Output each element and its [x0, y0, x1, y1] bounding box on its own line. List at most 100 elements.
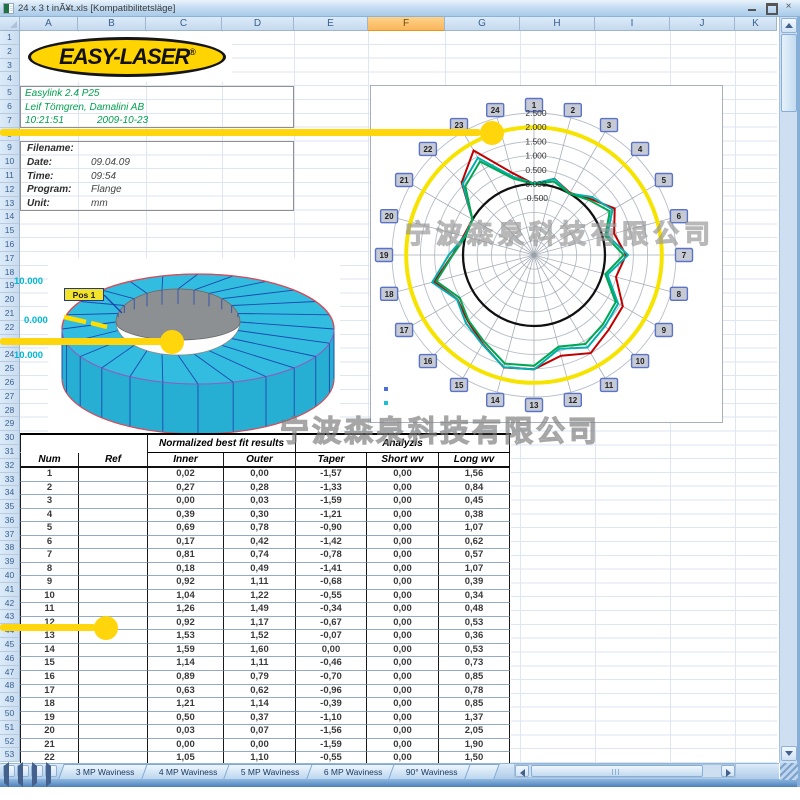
row-header-41[interactable]: 41: [0, 583, 20, 597]
table-cell[interactable]: 2,05: [438, 725, 510, 739]
table-cell[interactable]: -1,59: [295, 495, 366, 509]
table-cell[interactable]: [78, 509, 147, 523]
table-cell[interactable]: 10: [20, 590, 78, 604]
table-cell[interactable]: 0,62: [223, 685, 295, 699]
table-cell[interactable]: 1,52: [223, 630, 295, 644]
table-cell[interactable]: 11: [20, 603, 78, 617]
row-header-22[interactable]: 22: [0, 321, 20, 335]
row-header-30[interactable]: 30: [0, 431, 20, 445]
table-cell[interactable]: -1,59: [295, 739, 366, 753]
table-cell[interactable]: [78, 657, 147, 671]
table-cell[interactable]: 0,00: [147, 739, 223, 753]
table-cell[interactable]: -1,33: [295, 482, 366, 496]
row-header-3[interactable]: 3: [0, 59, 20, 73]
table-cell[interactable]: 0,92: [147, 576, 223, 590]
table-cell[interactable]: [78, 644, 147, 658]
table-cell[interactable]: 0,85: [438, 671, 510, 685]
column-header-C[interactable]: C: [146, 17, 222, 31]
table-cell[interactable]: 0,89: [147, 671, 223, 685]
table-cell[interactable]: [78, 671, 147, 685]
sheet-tab-4-mp-waviness[interactable]: 4 MP Waviness: [141, 764, 235, 779]
table-cell[interactable]: -0,46: [295, 657, 366, 671]
table-cell[interactable]: 17: [20, 685, 78, 699]
table-cell[interactable]: -0,70: [295, 671, 366, 685]
horizontal-scrollbar[interactable]: [514, 764, 736, 778]
table-cell[interactable]: 0,18: [147, 563, 223, 577]
row-header-46[interactable]: 46: [0, 652, 20, 666]
table-cell[interactable]: 1,14: [223, 698, 295, 712]
table-cell[interactable]: [78, 482, 147, 496]
table-cell[interactable]: 0,53: [438, 617, 510, 631]
sheet-tab-partial[interactable]: [464, 764, 499, 779]
table-cell[interactable]: 0,00: [366, 685, 438, 699]
table-cell[interactable]: [78, 590, 147, 604]
table-cell[interactable]: 0,85: [438, 698, 510, 712]
row-header-50[interactable]: 50: [0, 707, 20, 721]
last-sheet-button[interactable]: [45, 765, 57, 777]
row-header-25[interactable]: 25: [0, 362, 20, 376]
row-header-35[interactable]: 35: [0, 500, 20, 514]
vertical-scroll-thumb[interactable]: [781, 34, 797, 112]
row-header-17[interactable]: 17: [0, 252, 20, 266]
row-header-5[interactable]: 5: [0, 86, 20, 100]
row-header-16[interactable]: 16: [0, 238, 20, 252]
table-cell[interactable]: 0,00: [366, 536, 438, 550]
table-cell[interactable]: 1,49: [223, 603, 295, 617]
row-header-34[interactable]: 34: [0, 486, 20, 500]
table-cell[interactable]: [78, 698, 147, 712]
row-header-20[interactable]: 20: [0, 293, 20, 307]
table-cell[interactable]: 0,62: [438, 536, 510, 550]
row-header-21[interactable]: 21: [0, 307, 20, 321]
table-cell[interactable]: -1,21: [295, 509, 366, 523]
table-cell[interactable]: -0,55: [295, 590, 366, 604]
table-cell[interactable]: 3: [20, 495, 78, 509]
table-cell[interactable]: 0,00: [366, 522, 438, 536]
row-header-43[interactable]: 43: [0, 610, 20, 624]
column-header-B[interactable]: B: [78, 17, 146, 31]
table-cell[interactable]: 2: [20, 482, 78, 496]
table-cell[interactable]: 0,50: [147, 712, 223, 726]
ring-3d-chart[interactable]: [48, 258, 340, 438]
table-cell[interactable]: 0,00: [366, 549, 438, 563]
table-cell[interactable]: 1,56: [438, 468, 510, 482]
table-cell[interactable]: 0,00: [366, 590, 438, 604]
table-cell[interactable]: -1,57: [295, 468, 366, 482]
table-cell[interactable]: 21: [20, 739, 78, 753]
sheet-tab-90-waviness[interactable]: 90° Waviness: [389, 764, 476, 779]
horizontal-scroll-thumb[interactable]: [531, 765, 703, 777]
table-cell[interactable]: 0,34: [438, 590, 510, 604]
table-cell[interactable]: 0,03: [147, 725, 223, 739]
prev-sheet-button[interactable]: [17, 765, 29, 777]
row-header-32[interactable]: 32: [0, 459, 20, 473]
best-fit-results-table[interactable]: Normalized best fit resultsAnalyzisNumRe…: [20, 433, 511, 766]
table-cell[interactable]: 0,45: [438, 495, 510, 509]
table-cell[interactable]: 0,42: [223, 536, 295, 550]
scroll-down-button[interactable]: [781, 746, 797, 761]
table-cell[interactable]: 1,07: [438, 522, 510, 536]
table-cell[interactable]: 0,00: [223, 739, 295, 753]
table-cell[interactable]: 1,90: [438, 739, 510, 753]
table-cell[interactable]: -0,67: [295, 617, 366, 631]
row-header-29[interactable]: 29: [0, 417, 20, 431]
column-header-D[interactable]: D: [222, 17, 294, 31]
row-header-37[interactable]: 37: [0, 528, 20, 542]
table-cell[interactable]: 0,57: [438, 549, 510, 563]
table-cell[interactable]: 0,48: [438, 603, 510, 617]
row-header-12[interactable]: 12: [0, 183, 20, 197]
table-cell[interactable]: 1,07: [438, 563, 510, 577]
table-cell[interactable]: 7: [20, 549, 78, 563]
table-cell[interactable]: 0,38: [438, 509, 510, 523]
column-header-H[interactable]: H: [520, 17, 595, 31]
column-header-A[interactable]: A: [20, 17, 78, 31]
easy-laser-logo[interactable]: EASY-LASER®: [28, 37, 226, 77]
table-cell[interactable]: 0,49: [223, 563, 295, 577]
table-cell[interactable]: 15: [20, 657, 78, 671]
next-sheet-button[interactable]: [31, 765, 43, 777]
table-cell[interactable]: -0,34: [295, 603, 366, 617]
table-cell[interactable]: 14: [20, 644, 78, 658]
table-cell[interactable]: [78, 522, 147, 536]
scroll-right-button[interactable]: [721, 765, 735, 777]
table-cell[interactable]: 0,00: [147, 495, 223, 509]
table-cell[interactable]: -0,96: [295, 685, 366, 699]
close-button[interactable]: ×: [783, 2, 794, 12]
